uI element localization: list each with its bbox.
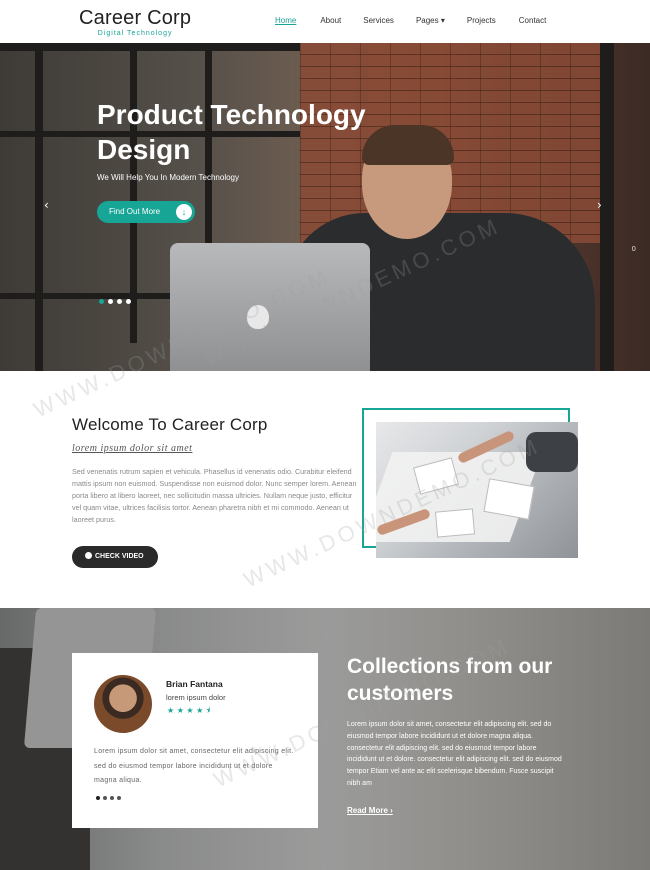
find-out-more-button[interactable]: Find Out More ↓ <box>97 201 195 223</box>
top-navbar: Career Corp Digital Technology Home Abou… <box>0 0 650 43</box>
window-frame <box>0 43 300 51</box>
testimonial-role: lorem ipsum dolor <box>166 693 226 702</box>
testimonial-name: Brian Fantana <box>166 679 223 689</box>
nav-pages[interactable]: Pages ▾ <box>416 16 445 25</box>
hero-title: Product Technology Design <box>97 99 366 165</box>
slide-counter: 0 <box>631 245 636 253</box>
welcome-body: Sed venenatis rutrum sapien et vehicula.… <box>72 467 357 525</box>
window-frame <box>600 43 614 371</box>
testimonial-dot[interactable] <box>117 796 121 800</box>
team-photo <box>376 422 578 558</box>
slider-next-arrow-icon[interactable]: › <box>597 198 602 212</box>
nav-contact[interactable]: Contact <box>519 16 547 25</box>
check-video-label: CHECK VIDEO <box>95 553 144 560</box>
nav-projects[interactable]: Projects <box>467 16 496 25</box>
slider-dot[interactable] <box>108 299 113 304</box>
hero-subtitle: We Will Help You In Modern Technology <box>97 173 240 182</box>
slider-dot[interactable] <box>117 299 122 304</box>
window-frame <box>35 43 43 371</box>
arrow-down-icon: ↓ <box>176 204 192 220</box>
slider-prev-arrow-icon[interactable]: ‹ <box>44 198 49 212</box>
slider-dot[interactable] <box>99 299 104 304</box>
welcome-title: Welcome To Career Corp <box>72 415 268 434</box>
slider-dots <box>99 299 131 304</box>
testimonial-dot[interactable] <box>110 796 114 800</box>
photo-sleeve <box>526 432 578 472</box>
find-out-more-label: Find Out More <box>109 207 161 216</box>
testimonial-dots <box>96 796 121 800</box>
testimonial-dot[interactable] <box>96 796 100 800</box>
brand-tagline: Digital Technology <box>97 30 173 37</box>
testimonial-dot[interactable] <box>103 796 107 800</box>
hero-laptop <box>170 243 370 371</box>
welcome-subtitle: lorem ipsum dolor sit amet <box>72 443 193 454</box>
slider-dot[interactable] <box>126 299 131 304</box>
testimonial-body: Lorem ipsum dolor sit amet, consectetur … <box>94 748 294 784</box>
brand-logo[interactable]: Career Corp Digital Technology <box>79 7 191 37</box>
nav-services[interactable]: Services <box>363 16 394 25</box>
read-more-link[interactable]: Read More › <box>347 806 393 815</box>
nav-about[interactable]: About <box>320 16 341 25</box>
collections-body: Lorem ipsum dolor sit amet, consectetur … <box>347 721 562 787</box>
brand-name: Career Corp <box>79 7 192 29</box>
nav-home[interactable]: Home <box>275 16 296 25</box>
main-menu: Home About Services Pages ▾ Projects Con… <box>275 16 546 25</box>
apple-logo-icon <box>247 305 269 329</box>
star-rating: ★ ★ ★ ★ ⯨ <box>167 706 211 715</box>
check-video-button[interactable]: CHECK VIDEO <box>72 546 158 568</box>
collections-title: Collections from our customers <box>347 655 553 705</box>
avatar <box>94 675 152 733</box>
play-icon <box>85 552 92 559</box>
photo-paper <box>434 508 476 538</box>
